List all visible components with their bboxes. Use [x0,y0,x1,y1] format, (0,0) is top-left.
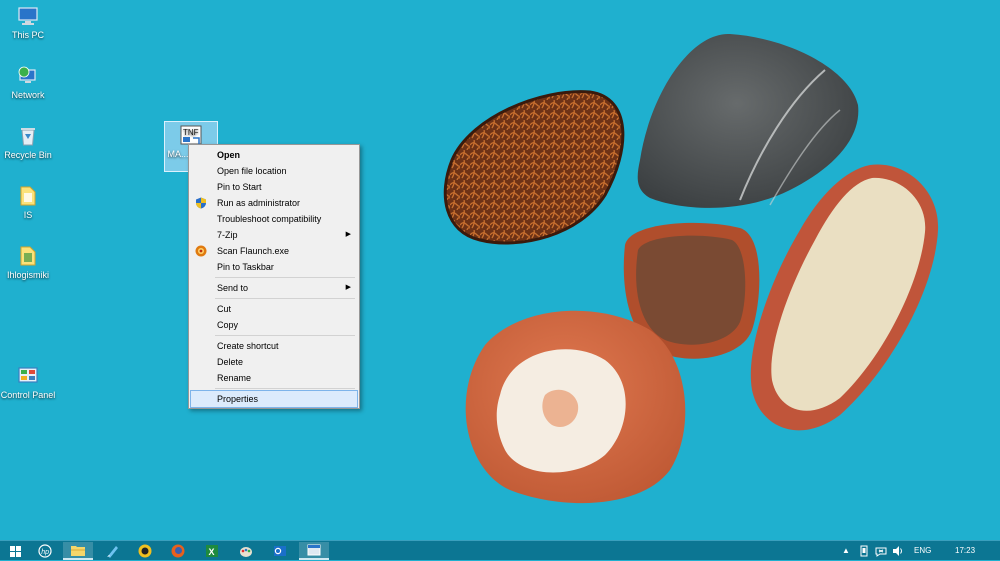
desktop-wallpaper [443,33,939,504]
menu-item-send-to[interactable]: Send to ▶ [191,280,357,296]
uac-shield-icon [196,197,206,209]
submenu-arrow-icon: ▶ [345,231,351,238]
menu-item-copy[interactable]: Copy [191,317,357,333]
tray-language[interactable]: ENG [914,541,931,561]
desktop-icon-recycle-bin[interactable]: Recycle Bin [0,124,56,160]
recycle-bin-icon [21,128,35,146]
taskbar-store[interactable] [98,542,128,560]
menu-item-cut[interactable]: Cut [191,301,357,317]
desktop-icon-this-pc[interactable]: This PC [0,4,56,40]
tray-clock[interactable]: 17:23 [955,541,975,561]
taskbar-hp[interactable]: hp [30,542,60,560]
menu-separator [215,298,355,299]
menu-item-pin-to-start[interactable]: Pin to Start [191,179,357,195]
pebble-crackled [443,90,625,245]
taskbar: hp X ▲ ENG 17:23 [0,540,1000,560]
tray-device-icon[interactable] [859,545,869,557]
menu-item-pin-to-taskbar[interactable]: Pin to Taskbar [191,259,357,275]
folder-icon [20,246,36,266]
tray-show-hidden-icon[interactable]: ▲ [842,541,850,561]
svg-text:X: X [209,547,215,557]
menu-item-create-shortcut[interactable]: Create shortcut [191,338,357,354]
desktop-icon-is[interactable]: IS [0,184,56,220]
network-icon [18,66,36,83]
taskbar-window[interactable] [299,542,329,560]
this-pc-icon [18,7,38,25]
menu-item-open-file-location[interactable]: Open file location [191,163,357,179]
folder-icon [20,186,36,206]
desktop-icon-label: Network [11,90,45,100]
desktop-icon-label: Control Panel [0,390,56,400]
menu-item-delete[interactable]: Delete [191,354,357,370]
taskbar-firefox[interactable] [163,542,193,560]
menu-item-run-as-administrator[interactable]: Run as administrator [191,195,357,211]
taskbar-file-explorer[interactable] [63,542,93,560]
hp-icon: hp [38,544,52,558]
desktop-icon-label: IS [23,210,33,220]
context-menu: Open Open file location Pin to Start Run… [188,144,360,409]
menu-item-rename[interactable]: Rename [191,370,357,386]
menu-separator [215,277,355,278]
menu-item-open[interactable]: Open [191,147,357,163]
desktop-icon-control-panel[interactable]: Control Panel [0,364,56,400]
submenu-arrow-icon: ▶ [345,284,351,291]
desktop-icon-network[interactable]: Network [0,64,56,100]
outlook-icon [274,546,286,556]
desktop-icon-label: Recycle Bin [4,150,52,160]
tray-volume-icon[interactable] [892,545,904,557]
taskbar-paint[interactable] [231,542,261,560]
tray-action-center-icon[interactable] [875,545,887,557]
control-panel-icon [18,367,38,383]
menu-item-troubleshoot-compatibility[interactable]: Troubleshoot compatibility [191,211,357,227]
file-explorer-icon [71,546,85,556]
store-icon [107,546,118,558]
menu-item-7zip[interactable]: 7-Zip ▶ [191,227,357,243]
window-icon [307,544,321,556]
menu-separator [215,388,355,389]
antivirus-icon [195,245,207,257]
desktop-icon-ihlogismiki[interactable]: Ihlogismiki [0,244,56,280]
app-icon [138,544,152,558]
menu-item-properties[interactable]: Properties [190,390,358,408]
start-button[interactable] [0,542,30,560]
taskbar-outlook[interactable] [265,542,295,560]
desktop-icon-label: This PC [11,30,44,40]
menu-separator [215,335,355,336]
svg-text:hp: hp [41,549,49,556]
svg-text:TNF: TNF [183,128,199,137]
taskbar-app[interactable] [130,542,160,560]
desktop-icon-label: Ihlogismiki [6,270,49,280]
excel-icon: X [206,545,218,557]
menu-item-scan-flaunch[interactable]: Scan Flaunch.exe [191,243,357,259]
paint-icon [240,547,252,557]
start-icon [9,545,21,557]
taskbar-excel[interactable]: X [197,542,227,560]
firefox-icon [171,544,185,558]
